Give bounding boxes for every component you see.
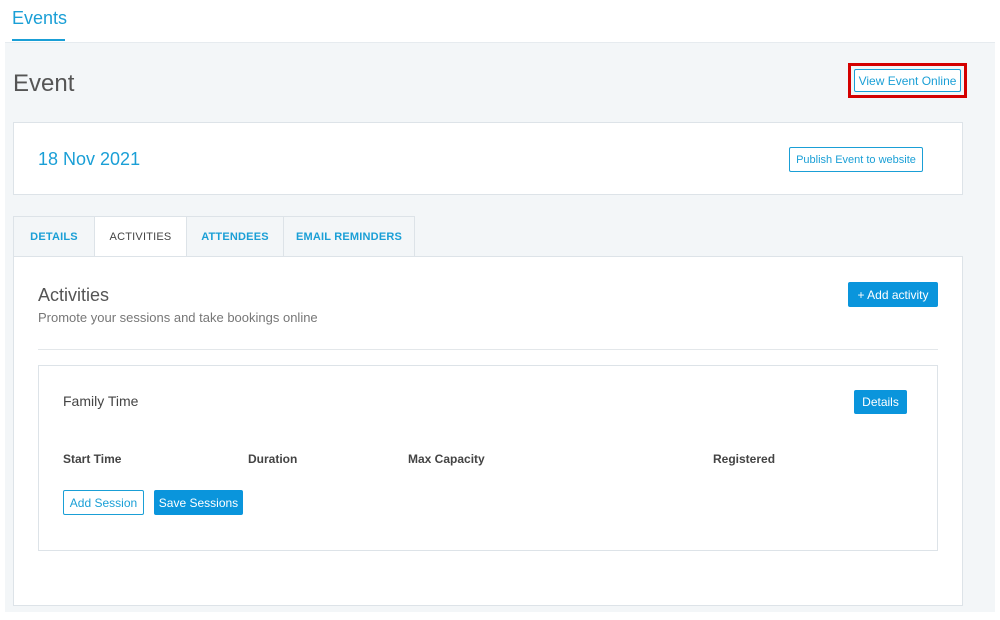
save-sessions-button[interactable]: Save Sessions [154,490,243,515]
view-event-online-button[interactable]: View Event Online [854,69,961,92]
activity-card: Family Time Details Start Time Duration … [38,365,938,551]
activities-title: Activities [38,285,110,305]
publish-event-button[interactable]: Publish Event to website [789,147,923,172]
top-navigation: Events [0,0,1000,42]
tab-email-reminders[interactable]: EMAIL REMINDERS [283,216,415,257]
view-online-highlight: View Event Online [848,63,967,98]
event-date: 18 Nov 2021 [38,149,141,169]
add-session-button[interactable]: Add Session [63,490,144,515]
main-content: Event View Event Online 18 Nov 2021 Publ… [5,42,995,612]
add-activity-button[interactable]: + Add activity [848,282,938,307]
activity-name: Family Time [63,393,139,409]
page-title: Event [13,70,75,97]
tab-details[interactable]: DETAILS [13,216,94,257]
active-tab-indicator [12,39,65,41]
column-max-capacity: Max Capacity [408,452,485,466]
column-duration: Duration [248,452,298,466]
event-tabs: DETAILS ACTIVITIES ATTENDEES EMAIL REMIN… [13,216,415,257]
tab-activities[interactable]: ACTIVITIES [94,216,186,257]
activity-details-button[interactable]: Details [854,390,907,414]
column-start-time: Start Time [63,452,122,466]
tab-attendees[interactable]: ATTENDEES [186,216,283,257]
activities-panel: Activities Promote your sessions and tak… [13,256,963,606]
events-tab[interactable]: Events [12,8,67,29]
column-registered: Registered [713,452,776,466]
divider [38,349,938,350]
event-date-card: 18 Nov 2021 Publish Event to website [13,122,963,195]
activities-subtitle: Promote your sessions and take bookings … [38,310,318,325]
